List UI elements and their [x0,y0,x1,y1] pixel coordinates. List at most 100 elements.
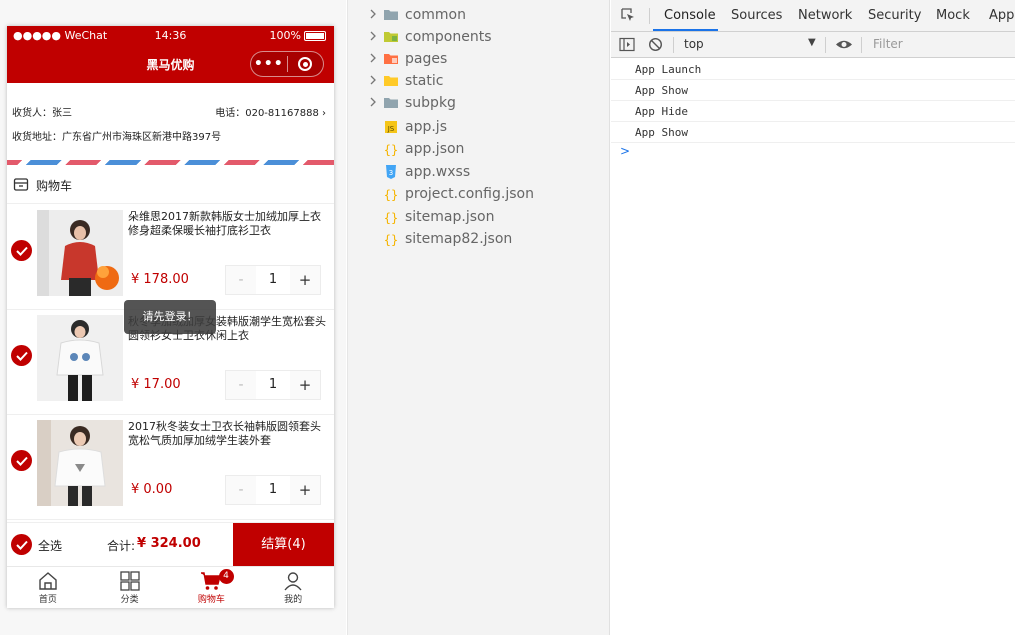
product-image[interactable] [37,210,123,296]
wxss-file-icon: 3 [383,164,399,180]
item-checkbox[interactable] [11,345,32,366]
product-image[interactable] [37,315,123,401]
tab-label: 购物车 [197,595,225,605]
tab-sources[interactable]: Sources [731,8,782,23]
tab-cart[interactable]: 4 购物车 [171,567,253,608]
increment-button[interactable]: + [290,376,320,394]
tree-item-label: app.json [405,141,465,157]
log-message: App Launch [635,63,702,76]
tree-item-label: sitemap82.json [405,231,513,247]
quantity-value[interactable]: 1 [256,371,290,399]
tab-appdata[interactable]: AppD [989,8,1015,23]
tree-item-app-js[interactable]: JS app.js [348,116,611,138]
tree-item-project-config-json[interactable]: {} project.config.json [348,183,611,205]
decrement-button[interactable]: - [226,377,256,393]
filter-input[interactable]: Filter [873,37,903,51]
tab-mock[interactable]: Mock [936,8,970,23]
sidebar-toggle-icon[interactable] [619,37,635,55]
product-name[interactable]: 2017秋冬装女士卫衣长袖韩版圆领套头宽松气质加厚加绒学生装外套 [128,420,328,448]
clear-console-icon[interactable] [648,37,663,55]
tab-category[interactable]: 分类 [89,567,171,608]
total-label: 合计: [107,539,136,553]
chevron-right-icon[interactable] [368,51,378,69]
tree-item-static[interactable]: static [348,70,611,92]
toolbar-divider [673,37,674,53]
select-all-label[interactable]: 全选 [38,537,62,554]
cart-title: 购物车 [36,179,73,193]
total-amount: ¥ 324.00 [137,536,201,551]
chevron-right-icon[interactable] [368,95,378,113]
tab-console[interactable]: Console [664,8,716,23]
tree-item-components[interactable]: components [348,26,611,48]
increment-button[interactable]: + [290,271,320,289]
item-checkbox[interactable] [11,240,32,261]
tree-item-label: static [405,73,444,89]
address-block[interactable]: 收货人：张三 电话：020-81167888 › 收货地址：广东省广州市海珠区新… [7,83,334,160]
tab-label: 首页 [38,595,57,605]
tree-item-pages[interactable]: pages [348,48,611,70]
decrement-button[interactable]: - [226,272,256,288]
tab-security[interactable]: Security [868,8,921,23]
inspect-element-icon[interactable] [620,7,636,27]
tree-item-label: project.config.json [405,186,534,202]
toolbar-divider [861,37,862,53]
tab-my[interactable]: 我的 [252,567,334,608]
status-bar: ●●●●● WeChat 14:36 100% [7,26,334,46]
more-dots-icon[interactable]: ••• [251,52,287,76]
login-toast: 请先登录！ [124,300,216,334]
product-name[interactable]: 朵维思2017新款韩版女士加绒加厚上衣修身超柔保暖长袖打底衫卫衣 [128,210,328,238]
checkmark-icon [15,351,28,361]
json-file-icon: {} [383,186,399,202]
target-icon[interactable] [288,57,324,71]
tree-item-subpkg[interactable]: subpkg [348,92,611,114]
checkmark-icon [15,540,28,550]
product-price: ¥ 0.00 [131,482,173,497]
json-file-icon: {} [383,231,399,247]
console-prompt[interactable]: > [620,144,630,158]
settle-button[interactable]: 结算(4) [233,523,334,567]
tree-item-label: components [405,29,492,45]
decrement-button[interactable]: - [226,482,256,498]
console-log-row: App Hide [611,101,1015,122]
chevron-right-icon[interactable] [368,29,378,47]
chevron-right-icon[interactable] [368,7,378,25]
cart-item: 朵维思2017新款韩版女士加绒加厚上衣修身超柔保暖长袖打底衫卫衣 ¥ 178.0… [7,205,334,310]
checkmark-icon [15,456,28,466]
quantity-value[interactable]: 1 [256,476,290,504]
tab-network[interactable]: Network [798,8,852,23]
tree-item-label: sitemap.json [405,209,495,225]
tree-item-app-wxss[interactable]: 3 app.wxss [348,161,611,183]
tree-item-label: app.wxss [405,164,471,180]
select-all-checkbox[interactable] [11,534,32,555]
tab-home[interactable]: 首页 [7,567,89,608]
receiver-name: 收货人：张三 [12,108,72,119]
devtools-tab-bar: Console Sources Network Security Mock Ap… [611,0,1015,32]
dropdown-arrow-icon[interactable]: ▼ [808,37,816,48]
increment-button[interactable]: + [290,481,320,499]
file-explorer: common components pages static subpkg JS… [347,0,610,635]
receiver-address: 收货地址：广东省广州市海珠区新港中路397号 [12,132,222,143]
tree-item-common[interactable]: common [348,4,611,26]
context-select[interactable]: top [684,37,704,51]
product-image[interactable] [37,420,123,506]
tree-item-sitemap82-json[interactable]: {} sitemap82.json [348,228,611,250]
json-file-icon: {} [383,209,399,225]
folder-components-icon [383,29,399,45]
folder-static-icon [383,73,399,89]
battery-indicator: 100% [270,29,326,42]
console-log-row: App Show [611,80,1015,101]
tree-item-app-json[interactable]: {} app.json [348,138,611,160]
quantity-stepper: - 1 + [225,265,321,295]
product-price: ¥ 17.00 [131,377,181,392]
chevron-right-icon[interactable] [368,73,378,91]
quantity-value[interactable]: 1 [256,266,290,294]
tree-item-sitemap-json[interactable]: {} sitemap.json [348,206,611,228]
console-log-row: App Launch [611,59,1015,80]
item-checkbox[interactable] [11,450,32,471]
category-icon [119,571,140,591]
eye-icon[interactable] [835,38,853,54]
cart-item: 2017秋冬装女士卫衣长袖韩版圆领套头宽松气质加厚加绒学生装外套 ¥ 0.00 … [7,415,334,520]
svg-text:{}: {} [384,143,398,157]
checkmark-icon [15,246,28,256]
tree-item-label: subpkg [405,95,456,111]
